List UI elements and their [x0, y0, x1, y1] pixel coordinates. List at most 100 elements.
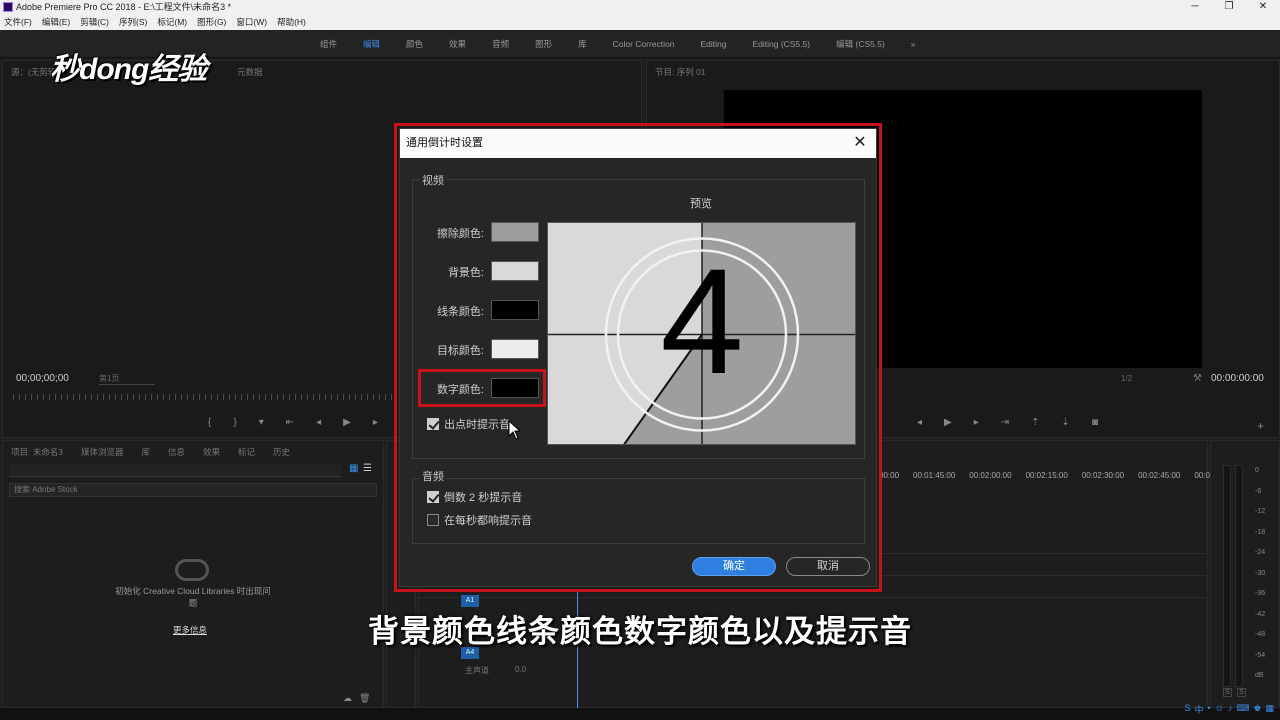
keyboard-icon[interactable]: ⌨	[1236, 703, 1249, 716]
workspace-tab-color-correction[interactable]: Color Correction	[613, 30, 675, 58]
wipe-color-swatch[interactable]	[491, 222, 539, 242]
ime-toolbar: S 中 • ☺ ♪ ⌨ ♚ ▦	[1185, 703, 1274, 716]
track-divider	[419, 597, 1209, 598]
play-icon[interactable]: ▶	[343, 417, 351, 428]
time-label: 00:02:45:00	[1138, 471, 1181, 480]
prog-step-back-icon[interactable]: ◂	[917, 417, 922, 428]
source-timecode[interactable]: 00;00;00;00	[16, 373, 69, 384]
add-marker-icon[interactable]: ▾	[259, 417, 264, 428]
emoji-icon[interactable]: ☺	[1215, 703, 1224, 716]
preview-label: 预览	[690, 198, 712, 210]
master-value[interactable]: 0.0	[515, 665, 526, 674]
menu-marker[interactable]: 标记(M)	[157, 14, 187, 30]
tab-libraries[interactable]: 库	[141, 441, 150, 463]
workspace-tab-color[interactable]: 颜色	[406, 30, 423, 58]
menu-window[interactable]: 窗口(W)	[236, 14, 267, 30]
workspace-tab-assembly[interactable]: 组件	[320, 30, 337, 58]
cue-every-sec-label: 在每秒都响提示音	[444, 515, 532, 527]
time-label: 00:02:30:00	[1081, 471, 1125, 480]
time-label: 00:02:15:00	[1025, 471, 1068, 480]
meter-tick: -24	[1255, 549, 1266, 556]
project-panel: 项目: 未命名3 媒体浏览器 库 信息 效果 标记 历史 ▦ ☰ 搜索 Adob…	[2, 440, 384, 708]
source-page-select[interactable]: 第1页	[99, 373, 155, 385]
workspace-tab-editing-cs55[interactable]: Editing (CS5.5)	[753, 30, 811, 58]
target-color-swatch[interactable]	[491, 339, 539, 359]
preview-number: 4	[660, 237, 743, 405]
export-frame-icon[interactable]: ◙	[1092, 417, 1098, 428]
step-forward-icon[interactable]: ▸	[373, 417, 378, 428]
cue-every-sec-checkbox[interactable]	[427, 514, 439, 526]
adobe-stock-search-input[interactable]: 搜索 Adobe Stock	[9, 483, 377, 497]
minimize-button[interactable]: ─	[1178, 0, 1212, 14]
tab-markers[interactable]: 标记	[238, 441, 255, 463]
close-window-button[interactable]: ✕	[1246, 0, 1280, 14]
sogou-icon[interactable]: S	[1185, 703, 1191, 716]
lift-icon[interactable]: ⇡	[1031, 417, 1039, 428]
mark-in-icon[interactable]: {	[208, 417, 211, 428]
toolbox-icon[interactable]: ▦	[1265, 703, 1274, 716]
workspace-tab-audio[interactable]: 音频	[492, 30, 509, 58]
tab-program[interactable]: 节目: 序列 01	[655, 61, 706, 83]
add-button-icon[interactable]: +	[1257, 419, 1264, 433]
menu-sequence[interactable]: 序列(S)	[119, 14, 147, 30]
master-track-label: 主声道	[465, 666, 489, 675]
menu-edit[interactable]: 编辑(E)	[42, 14, 70, 30]
program-timecode: 00:00:00:00	[1211, 373, 1264, 384]
grid-view-icon[interactable]: ▦	[349, 463, 358, 474]
dialog-close-button[interactable]: ✕	[850, 132, 870, 152]
cancel-button[interactable]: 取消	[786, 557, 870, 576]
workspace-tab-graphics[interactable]: 图形	[535, 30, 552, 58]
wrench-icon[interactable]: ⚒	[1193, 373, 1202, 384]
solo-left-button[interactable]: S	[1223, 688, 1232, 697]
workspace-tab-effects[interactable]: 效果	[449, 30, 466, 58]
library-select[interactable]	[9, 465, 341, 477]
program-zoom-select[interactable]: 1/2	[1121, 374, 1132, 383]
cue-at-out-label: 出点时提示音	[444, 419, 510, 431]
tab-info[interactable]: 信息	[168, 441, 185, 463]
background-color-swatch[interactable]	[491, 261, 539, 281]
trash-icon[interactable]: 🗑	[359, 693, 370, 704]
meter-left-channel	[1223, 465, 1231, 687]
line-color-swatch[interactable]	[491, 300, 539, 320]
workspace-overflow-button[interactable]: »	[911, 30, 916, 58]
ime-chinese-icon[interactable]: 中	[1195, 703, 1204, 716]
skin-icon[interactable]: ♚	[1253, 703, 1261, 716]
menu-file[interactable]: 文件(F)	[4, 14, 32, 30]
meter-tick: -6	[1255, 487, 1262, 495]
voice-icon[interactable]: ♪	[1228, 703, 1233, 716]
go-to-in-icon[interactable]: ⇤	[286, 417, 294, 428]
numeral-color-highlight	[418, 369, 546, 407]
menu-graphics[interactable]: 图形(G)	[197, 14, 226, 30]
workspace-tab-libraries[interactable]: 库	[578, 30, 587, 58]
menu-help[interactable]: 帮助(H)	[277, 14, 306, 30]
cue-at-out-checkbox[interactable]	[427, 418, 439, 430]
meter-tick: 0	[1255, 467, 1259, 474]
line-color-label: 线条颜色:	[436, 306, 484, 318]
list-view-icon[interactable]: ☰	[363, 463, 372, 474]
prog-play-icon[interactable]: ▶	[944, 417, 952, 428]
prog-go-to-out-icon[interactable]: ⇥	[1001, 417, 1009, 428]
menu-clip[interactable]: 剪辑(C)	[80, 14, 109, 30]
cue-2sec-checkbox[interactable]	[427, 491, 439, 503]
timeline-ruler[interactable]: 00:00 00:01:45:00 00:02:00:00 00:02:15:0…	[879, 471, 1232, 480]
prog-step-forward-icon[interactable]: ▸	[974, 417, 979, 428]
workspace-tab-editing[interactable]: 编辑	[363, 30, 380, 58]
wipe-color-label: 擦除颜色:	[436, 228, 484, 240]
tab-effects[interactable]: 效果	[203, 441, 220, 463]
ok-button[interactable]: 确定	[692, 557, 776, 576]
sync-icon[interactable]: ☁	[343, 693, 352, 704]
maximize-button[interactable]: ❐	[1212, 0, 1246, 14]
target-color-label: 目标颜色:	[436, 345, 484, 357]
step-back-icon[interactable]: ◂	[316, 417, 321, 428]
mark-out-icon[interactable]: }	[233, 417, 236, 428]
tab-project[interactable]: 项目: 未命名3	[11, 441, 63, 463]
punctuation-icon[interactable]: •	[1208, 703, 1211, 716]
workspace-tab-editing-en[interactable]: Editing	[701, 30, 727, 58]
tab-media-browser[interactable]: 媒体浏览器	[81, 441, 124, 463]
workspace-tab-editing-cs55-cn[interactable]: 编辑 (CS5.5)	[836, 30, 885, 58]
tab-metadata[interactable]: 元数据	[237, 61, 263, 83]
solo-right-button[interactable]: S	[1237, 688, 1246, 697]
source-time-ruler[interactable]	[13, 394, 393, 400]
tab-history[interactable]: 历史	[273, 441, 290, 463]
extract-icon[interactable]: ⇣	[1062, 417, 1070, 428]
